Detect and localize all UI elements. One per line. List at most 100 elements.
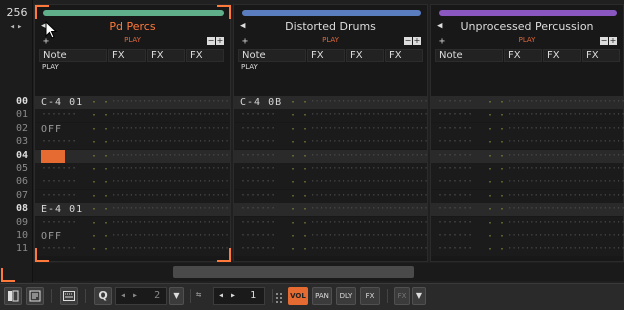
fx-cell[interactable]: ········· xyxy=(585,203,624,216)
track-name[interactable]: Unprocessed Percussion xyxy=(431,20,623,34)
fx-cell[interactable]: ········· xyxy=(349,136,390,149)
fx-cell[interactable]: ········· xyxy=(189,109,230,122)
fx-cell[interactable]: ········· xyxy=(189,230,230,243)
pattern-row[interactable]: · · ········· ········· ········· xyxy=(35,149,230,163)
volume-cell[interactable]: · · xyxy=(91,123,109,136)
fx-column-header[interactable]: FX xyxy=(543,49,581,62)
fx-cell[interactable]: ········· xyxy=(388,96,429,109)
volume-cell[interactable]: · · xyxy=(487,163,505,176)
note-cell[interactable]: OFF xyxy=(41,123,62,136)
volume-cell[interactable]: · · xyxy=(91,230,109,243)
fx-column-header[interactable]: FX xyxy=(346,49,384,62)
fx-cell[interactable]: ········· xyxy=(189,96,230,109)
fx-cell[interactable]: ········· xyxy=(349,217,390,230)
note-cell[interactable]: ······· xyxy=(240,163,276,176)
pattern-row[interactable]: ······· · · ········· ········· ········· xyxy=(234,216,429,230)
volume-cell[interactable]: · · xyxy=(487,136,505,149)
fx-cell[interactable]: ········· xyxy=(507,217,548,230)
note-cell[interactable]: ······· xyxy=(437,243,473,256)
volume-cell[interactable]: · · xyxy=(487,96,505,109)
pattern-row[interactable]: OFF · · ········· ········· ········· xyxy=(35,230,230,243)
fx-cell[interactable]: ········· xyxy=(111,203,152,216)
track-name[interactable]: Pd Percs xyxy=(35,20,230,34)
pattern-row[interactable]: ······· · · ········· ········· ········· xyxy=(431,163,624,176)
fx-cell[interactable]: ········· xyxy=(349,123,390,136)
volume-cell[interactable]: · · xyxy=(290,163,308,176)
volume-cell[interactable]: · · xyxy=(91,243,109,256)
note-column-header[interactable]: Note xyxy=(238,49,306,62)
pattern-row[interactable]: ······· · · ········· ········· ········· xyxy=(234,163,429,176)
keyboard-icon[interactable] xyxy=(60,287,78,305)
fx-cell[interactable]: ········· xyxy=(310,109,351,122)
fx-cell[interactable]: ········· xyxy=(189,176,230,189)
fx-cell[interactable]: ········· xyxy=(349,96,390,109)
fx-cell[interactable]: ········· xyxy=(310,136,351,149)
fx-cell[interactable]: ········· xyxy=(349,150,390,163)
pattern-row[interactable]: ······· · · ········· ········· ········· xyxy=(431,189,624,203)
fx-dropdown-chevron-down-icon[interactable]: ▼ xyxy=(412,287,426,305)
pattern-row[interactable]: ······· · · ········· ········· ········· xyxy=(234,203,429,217)
track-column[interactable]: ◀ Distorted Drums + PLAY − + Note FX FX FX PLAY C-4… xyxy=(233,4,429,262)
note-cell[interactable]: ······· xyxy=(41,176,77,189)
fx-cell[interactable]: ········· xyxy=(546,109,587,122)
note-cell[interactable]: ······· xyxy=(41,136,77,149)
volume-cell[interactable]: · · xyxy=(91,217,109,230)
pattern-row[interactable]: C-4 0B · · ········· ········· ········· xyxy=(234,96,429,109)
fx-cell[interactable]: ········· xyxy=(111,163,152,176)
fx-cell[interactable]: ········· xyxy=(546,217,587,230)
fx-cell[interactable]: ········· xyxy=(189,163,230,176)
volume-cell[interactable]: · · xyxy=(91,136,109,149)
pattern-row[interactable]: ······· · · ········· ········· ········· xyxy=(234,149,429,163)
add-column-plus-icon[interactable]: + xyxy=(609,37,617,45)
note-cell[interactable]: ······· xyxy=(437,176,473,189)
fx-cell[interactable]: ········· xyxy=(585,243,624,256)
fx-cell[interactable]: ········· xyxy=(388,109,429,122)
fx-cell[interactable]: ········· xyxy=(150,96,191,109)
note-column-header[interactable]: Note xyxy=(39,49,107,62)
note-cell[interactable]: ······· xyxy=(240,217,276,230)
edit-cursor-cell[interactable] xyxy=(41,149,65,163)
fx-cell[interactable]: ········· xyxy=(388,190,429,203)
fx-cell[interactable]: ········· xyxy=(585,96,624,109)
volume-cell[interactable]: · · xyxy=(290,136,308,149)
volume-cell[interactable]: · · xyxy=(487,230,505,243)
note-cell[interactable]: C-4 01 xyxy=(41,96,83,109)
note-cell[interactable]: ······· xyxy=(41,190,77,203)
horizontal-scrollbar-thumb[interactable] xyxy=(173,266,414,278)
note-cell[interactable]: ······· xyxy=(41,109,77,122)
fx-cell[interactable]: ········· xyxy=(189,123,230,136)
fx-cell[interactable]: ········· xyxy=(349,203,390,216)
fx-cell[interactable]: ········· xyxy=(507,109,548,122)
fx-cell[interactable]: ········· xyxy=(546,176,587,189)
volume-cell[interactable]: · · xyxy=(290,109,308,122)
fx-cell[interactable]: ········· xyxy=(150,190,191,203)
fx-cell[interactable]: ········· xyxy=(349,230,390,243)
note-cell[interactable]: OFF xyxy=(41,230,62,243)
fx-cell[interactable]: ········· xyxy=(111,123,152,136)
volume-cell[interactable]: · · xyxy=(487,123,505,136)
pattern-row[interactable]: ······· · · ········· ········· ········· xyxy=(35,136,230,150)
fx-cell[interactable]: ········· xyxy=(546,190,587,203)
note-cell[interactable]: ······· xyxy=(437,190,473,203)
pan-column-toggle[interactable]: PAN xyxy=(312,287,332,305)
volume-cell[interactable]: · · xyxy=(487,217,505,230)
fx-cell[interactable]: ········· xyxy=(150,163,191,176)
volume-cell[interactable]: · · xyxy=(290,190,308,203)
pattern-row[interactable]: ······· · · ········· ········· ········· xyxy=(431,149,624,163)
note-cell[interactable]: ······· xyxy=(437,109,473,122)
note-cell[interactable]: ······· xyxy=(437,203,473,216)
fx-cell[interactable]: ········· xyxy=(310,150,351,163)
fx-cell[interactable]: ········· xyxy=(388,243,429,256)
note-cell[interactable]: ······· xyxy=(437,230,473,243)
track-column[interactable]: ◀ Unprocessed Percussion + PLAY − + Note FX FX FX… xyxy=(430,4,624,262)
fx-cell[interactable]: ········· xyxy=(507,243,548,256)
note-cell[interactable]: ······· xyxy=(437,163,473,176)
pattern-row[interactable]: ······· · · ········· ········· ········· xyxy=(431,230,624,243)
note-cell[interactable]: ······· xyxy=(240,109,276,122)
pattern-row[interactable]: C-4 01 · · ········· ········· ········· xyxy=(35,96,230,109)
pattern-row[interactable]: E-4 01 · · ········· ········· ········· xyxy=(35,203,230,217)
note-cell[interactable]: ······· xyxy=(437,217,473,230)
note-cell[interactable]: ······· xyxy=(240,150,276,163)
volume-cell[interactable]: · · xyxy=(290,150,308,163)
remove-column-minus-icon[interactable]: − xyxy=(404,37,412,45)
